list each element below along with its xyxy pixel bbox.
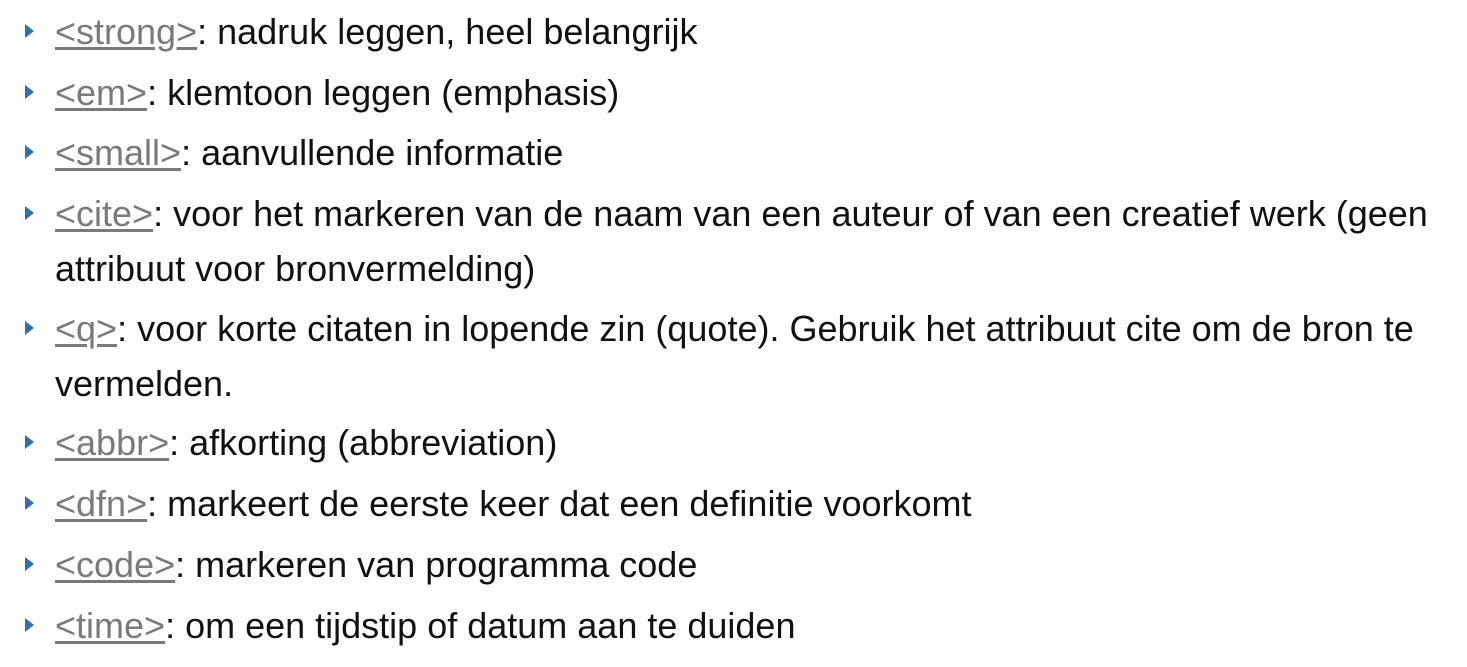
bullet-triangle-icon <box>25 618 34 632</box>
tag-link-code[interactable]: <code> <box>55 544 175 585</box>
item-text: <cite>: voor het markeren van de naam va… <box>55 186 1445 296</box>
tag-link-q[interactable]: <q> <box>55 308 117 349</box>
item-text: <abbr>: afkorting (abbreviation) <box>55 415 1445 470</box>
item-text: <time>: om een tijdstip of datum aan te … <box>55 598 1445 653</box>
slide: <strong>: nadruk leggen, heel belangrijk… <box>0 0 1467 667</box>
item-description: : markeert de eerste keer dat een defini… <box>147 483 972 524</box>
item-description: : markeren van programma code <box>175 544 698 585</box>
bullet-triangle-icon <box>25 496 34 510</box>
bullet-triangle-icon <box>25 206 34 220</box>
bullet-triangle-icon <box>25 24 34 38</box>
tag-link-strong[interactable]: <strong> <box>55 11 197 52</box>
item-description: : klemtoon leggen (emphasis) <box>147 72 620 113</box>
bullet-triangle-icon <box>25 435 34 449</box>
item-text: <strong>: nadruk leggen, heel belangrijk <box>55 4 1445 59</box>
item-description: : voor het markeren van de naam van een … <box>55 193 1428 289</box>
tag-link-cite[interactable]: <cite> <box>55 193 153 234</box>
tag-link-em[interactable]: <em> <box>55 72 147 113</box>
bullet-triangle-icon <box>25 145 34 159</box>
item-description: : voor korte citaten in lopende zin (quo… <box>55 308 1414 404</box>
item-description: : aanvullende informatie <box>181 132 564 173</box>
item-text: <q>: voor korte citaten in lopende zin (… <box>55 301 1445 411</box>
tag-link-dfn[interactable]: <dfn> <box>55 483 147 524</box>
tag-link-small[interactable]: <small> <box>55 132 181 173</box>
item-description: : nadruk leggen, heel belangrijk <box>197 11 698 52</box>
item-text: <dfn>: markeert de eerste keer dat een d… <box>55 476 1445 531</box>
item-text: <code>: markeren van programma code <box>55 537 1445 592</box>
bullet-triangle-icon <box>25 321 34 335</box>
tag-link-time[interactable]: <time> <box>55 605 165 646</box>
item-text: <small>: aanvullende informatie <box>55 125 1445 180</box>
tag-link-abbr[interactable]: <abbr> <box>55 422 169 463</box>
item-description: : om een tijdstip of datum aan te duiden <box>165 605 796 646</box>
bullet-triangle-icon <box>25 557 34 571</box>
item-text: <em>: klemtoon leggen (emphasis) <box>55 65 1445 120</box>
item-description: : afkorting (abbreviation) <box>169 422 558 463</box>
bullet-triangle-icon <box>25 85 34 99</box>
